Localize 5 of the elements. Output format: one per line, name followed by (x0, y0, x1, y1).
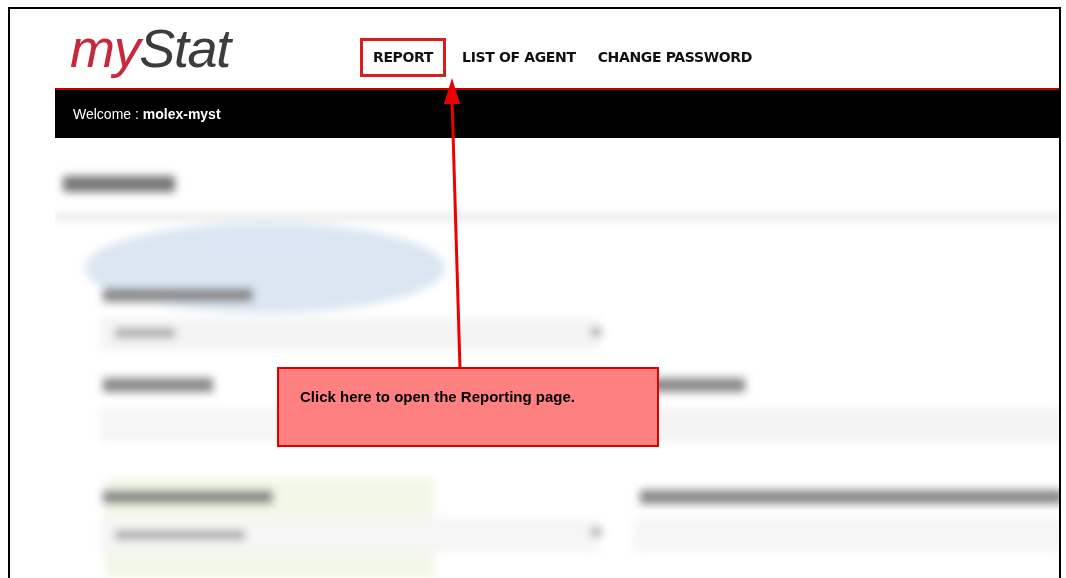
welcome-text: Welcome : molex-myst (73, 104, 221, 124)
nav-link[interactable]: LIST OF AGENT (456, 38, 582, 77)
nav-link[interactable]: CHANGE PASSWORD (591, 38, 758, 77)
callout-note: Click here to open the Reporting page. (277, 367, 659, 447)
nav-link[interactable]: REPORT (359, 38, 447, 77)
